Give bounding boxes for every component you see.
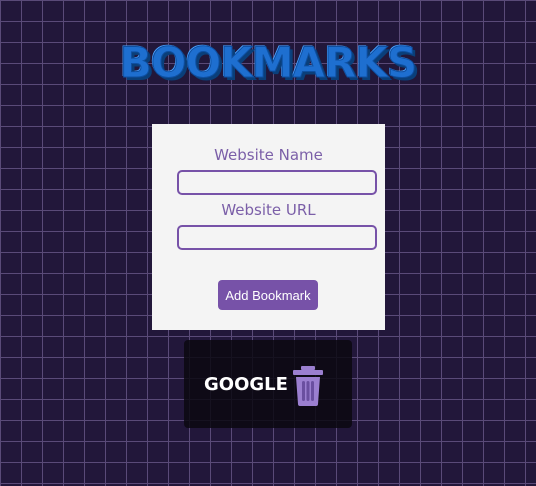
- website-name-input[interactable]: [177, 170, 377, 195]
- trash-icon[interactable]: [292, 366, 324, 406]
- page-title: BOOKMARKS: [119, 38, 417, 88]
- bookmark-form: Website Name Website URL Add Bookmark: [152, 124, 385, 330]
- website-name-label: Website Name: [214, 146, 323, 164]
- bookmark-link[interactable]: GOOGLE: [204, 374, 288, 395]
- bookmark-item: GOOGLE: [184, 340, 352, 428]
- website-url-input[interactable]: [177, 225, 377, 250]
- add-bookmark-button[interactable]: Add Bookmark: [218, 280, 318, 310]
- website-url-label: Website URL: [221, 201, 316, 219]
